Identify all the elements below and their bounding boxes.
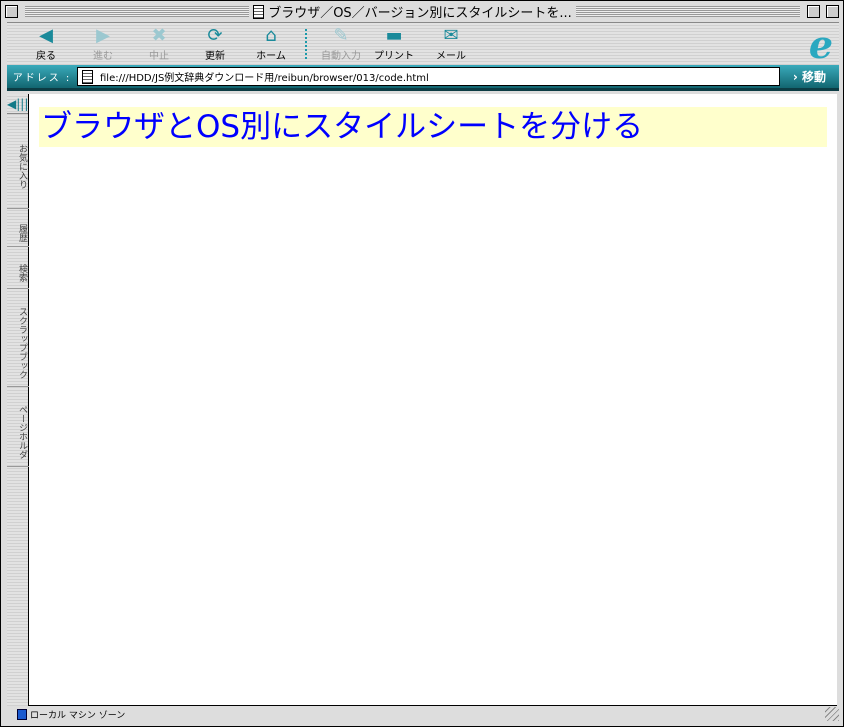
browser-window: ブラウザ／OS／バージョン別にスタイルシートを... ◀ 戻る ▶ 進む ✖ 中止 ⟳… — [0, 0, 844, 727]
title-bar[interactable]: ブラウザ／OS／バージョン別にスタイルシートを... — [2, 2, 842, 21]
explorer-bar: ◀||| お気に入り 履歴 検索 スクラップブック ページホルダ — [7, 94, 29, 706]
sidebar-tab-search[interactable]: 検索 — [7, 247, 29, 289]
mail-icon: ✉ — [443, 25, 459, 46]
status-bar: ローカル マシン ゾーン — [7, 707, 839, 721]
sidebar-tab-page-holder[interactable]: ページホルダ — [7, 387, 29, 467]
back-button[interactable]: ◀ 戻る — [18, 25, 74, 63]
page-icon — [82, 69, 93, 84]
refresh-icon: ⟳ — [207, 25, 223, 46]
forward-button[interactable]: ▶ 進む — [75, 25, 131, 63]
stop-button[interactable]: ✖ 中止 — [131, 25, 187, 63]
sidebar-tab-favorites[interactable]: お気に入り — [7, 114, 29, 209]
document-icon — [253, 4, 265, 19]
refresh-button[interactable]: ⟳ 更新 — [187, 25, 243, 63]
resize-handle[interactable] — [825, 707, 839, 721]
go-button[interactable]: › 移動 — [780, 68, 839, 85]
home-button[interactable]: ⌂ ホーム — [243, 25, 299, 63]
forward-arrow-icon: ▶ — [96, 25, 110, 46]
home-icon: ⌂ — [265, 25, 277, 46]
address-label: アドレス : — [12, 73, 72, 84]
window-title: ブラウザ／OS／バージョン別にスタイルシートを... — [268, 6, 572, 21]
security-zone: ローカル マシン ゾーン — [30, 710, 126, 721]
print-button[interactable]: ▬ プリント — [366, 25, 422, 63]
local-zone-icon — [17, 708, 27, 720]
back-arrow-icon: ◀ — [39, 25, 53, 46]
mail-button[interactable]: ✉ メール — [423, 25, 479, 63]
address-url: file:///HDD/JS例文辞典ダウンロード用/reibun/browser… — [100, 73, 429, 84]
close-box[interactable] — [5, 5, 18, 18]
collapse-box[interactable] — [826, 5, 839, 18]
stop-icon: ✖ — [151, 25, 167, 46]
ie-logo-icon: e — [808, 22, 833, 67]
page-heading: ブラウザとOS別にスタイルシートを分ける — [39, 107, 827, 147]
address-bar: アドレス : file:///HDD/JS例文辞典ダウンロード用/reibun/… — [7, 65, 839, 91]
page-content: ブラウザとOS別にスタイルシートを分ける — [29, 94, 837, 706]
print-icon: ▬ — [385, 25, 403, 46]
zoom-box[interactable] — [807, 5, 820, 18]
address-input[interactable]: file:///HDD/JS例文辞典ダウンロード用/reibun/browser… — [77, 67, 780, 86]
autofill-button[interactable]: ✎ 自動入力 — [313, 25, 369, 63]
autofill-icon: ✎ — [333, 25, 349, 46]
sidebar-tab-scrapbook[interactable]: スクラップブック — [7, 289, 29, 387]
sidebar-toggle-icon[interactable]: ◀||| — [7, 94, 28, 114]
sidebar-tab-history[interactable]: 履歴 — [7, 209, 29, 247]
toolbar: ◀ 戻る ▶ 進む ✖ 中止 ⟳ 更新 ⌂ ホーム ✎ 自動入力 ▬ プリント ✉ メール e — [7, 22, 839, 65]
toolbar-separator — [305, 29, 307, 59]
